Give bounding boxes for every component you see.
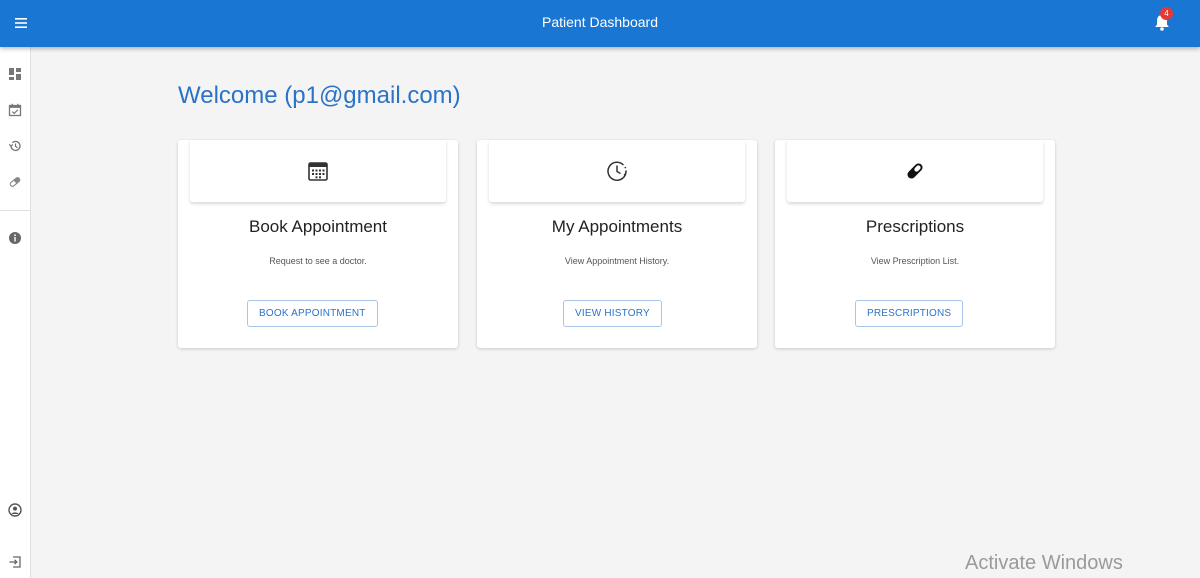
welcome-heading: Welcome (p1@gmail.com) [178, 82, 461, 109]
sidebar [0, 47, 31, 578]
dashboard-icon [9, 68, 21, 80]
card-description: Request to see a doctor. [269, 256, 367, 266]
page-title: Patient Dashboard [542, 14, 658, 30]
card-title: Book Appointment [249, 217, 387, 236]
calendar-grid-icon [308, 162, 328, 181]
activate-windows-watermark: Activate Windows [965, 552, 1123, 574]
account-icon [8, 503, 22, 517]
prescriptions-button[interactable]: PRESCRIPTIONS [855, 300, 964, 327]
sidebar-item-logout[interactable] [7, 554, 23, 570]
card-title: My Appointments [551, 217, 683, 236]
sidebar-item-about[interactable] [7, 230, 23, 246]
card-description: View Prescription List. [870, 256, 960, 266]
prescriptions-card: Prescriptions View Prescription List. PR… [775, 140, 1055, 348]
logout-icon [9, 556, 21, 568]
card-icon-header [787, 140, 1043, 202]
pill-icon [9, 177, 21, 187]
sidebar-divider [0, 210, 30, 211]
book-appointment-button[interactable]: BOOK APPOINTMENT [247, 300, 378, 327]
my-appointments-card: My Appointments View Appointment History… [477, 140, 757, 348]
pill-icon [907, 163, 923, 179]
view-history-button[interactable]: VIEW HISTORY [563, 300, 662, 327]
book-appointment-card: Book Appointment Request to see a doctor… [178, 140, 458, 348]
notification-badge: 4 [1160, 7, 1173, 20]
notifications-button[interactable]: 4 [1151, 7, 1173, 34]
sidebar-item-prescriptions[interactable] [7, 174, 23, 190]
info-icon [9, 232, 21, 244]
card-title: Prescriptions [865, 217, 965, 236]
sidebar-item-profile[interactable] [7, 502, 23, 518]
clock-icon [607, 161, 627, 181]
sidebar-item-dashboard[interactable] [7, 66, 23, 82]
sidebar-item-appointments[interactable] [7, 102, 23, 118]
card-icon-header [190, 140, 446, 202]
card-description: View Appointment History. [564, 256, 670, 266]
sidebar-item-history[interactable] [7, 138, 23, 154]
history-icon [8, 140, 21, 152]
app-bar: Patient Dashboard 4 [0, 0, 1200, 47]
card-icon-header [489, 140, 745, 202]
calendar-check-icon [8, 103, 22, 117]
